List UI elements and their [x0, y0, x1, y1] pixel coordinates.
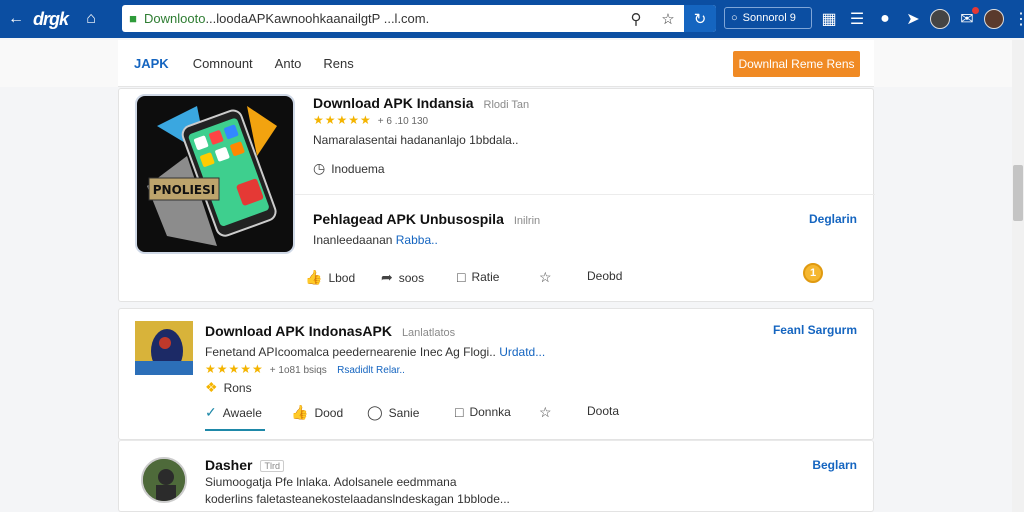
download-button[interactable]: Doota: [587, 404, 619, 418]
profile-avatar[interactable]: [930, 9, 950, 29]
search-button[interactable]: ○ Sonnorol 9: [724, 7, 812, 29]
comment-button[interactable]: □ Ratie: [457, 269, 499, 285]
chat-bubble-icon: ◯: [367, 404, 383, 420]
home-icon[interactable]: ⌂: [80, 8, 102, 30]
favorite-button[interactable]: ☆: [539, 269, 552, 286]
app-card-1: PNOLIESI Download APK Indansia Rlodi Tan …: [118, 88, 875, 302]
search-icon[interactable]: ⚲: [620, 5, 652, 32]
toolbar-right: ▦ ☰ ● ➤ ✉ ⋮: [818, 0, 1024, 38]
page-gutter-left: [0, 40, 118, 87]
comment-icon: □: [457, 269, 466, 285]
url-bar[interactable]: ■ Downlooto...loodaAPKawnoohkaanailgtP .…: [122, 5, 716, 32]
app-thumbnail-art: [135, 321, 193, 375]
url-text[interactable]: Downlooto...loodaAPKawnoohkaanailgtP ...…: [144, 11, 620, 26]
share-button[interactable]: ➦ soos: [381, 269, 424, 286]
download-button[interactable]: Deobd: [587, 269, 622, 283]
page-gutter-right: [874, 40, 1014, 87]
nav-link-1[interactable]: Comnount: [193, 56, 253, 71]
active-tab-indicator: [205, 429, 265, 431]
section-link[interactable]: Deglarin: [809, 212, 857, 226]
lock-icon: ■: [129, 11, 137, 26]
site-header: JAPK Comnount Anto Rens Downlnal Reme Re…: [118, 40, 874, 87]
nav-link-2[interactable]: Anto: [275, 56, 302, 71]
favorite-button[interactable]: ☆: [539, 404, 552, 421]
site-logo[interactable]: JAPK: [134, 56, 169, 71]
check-icon: ✓: [205, 404, 217, 420]
app-link[interactable]: Beglarn: [812, 458, 857, 472]
download-cta-button[interactable]: Downlnal Reme Rens: [733, 51, 860, 77]
trophy-icon: ❖: [205, 379, 218, 395]
app-title[interactable]: Download APK Indansia Rlodi Tan: [313, 95, 529, 111]
thumbs-up-icon: 👍: [291, 404, 309, 420]
nav-link-3[interactable]: Rens: [323, 56, 353, 71]
section-description: Inanleedaanan Rabba..: [313, 233, 438, 247]
menu-icon[interactable]: ⋮: [1010, 8, 1024, 30]
rating-stars: ★★★★★ + 1o81 bsiqs Rsadidlt Relar..: [205, 362, 405, 376]
scrollbar-track[interactable]: [1012, 40, 1024, 512]
refresh-icon[interactable]: ↻: [684, 5, 716, 32]
notification-icon[interactable]: ✉: [956, 7, 979, 30]
comment-button[interactable]: ◯ Sanie: [367, 404, 419, 421]
like-button[interactable]: 👍 Dood: [291, 404, 343, 421]
search-circle-icon: ○: [731, 12, 738, 24]
notification-dot: [972, 7, 979, 14]
badge-label: ❖ Rons: [205, 379, 252, 395]
thumbs-up-icon: 👍: [305, 269, 323, 285]
rocket-icon[interactable]: ➤: [902, 8, 924, 30]
grid-icon[interactable]: ▦: [818, 8, 840, 30]
bookmark-icon: □: [455, 404, 464, 420]
app-icon-text: PNOLIESI: [153, 183, 215, 197]
like-button[interactable]: 👍 Lbod: [305, 269, 355, 286]
app-link[interactable]: Feanl Sargurm: [773, 323, 857, 337]
user-avatar[interactable]: [984, 9, 1004, 29]
app-description-line1: Siumoogatja Pfe lnlaka. Adolsanele eedmm…: [205, 475, 457, 489]
app-card-2: Download APK IndonasAPK Lanlatlatos Feanl…: [118, 308, 874, 440]
clock-icon: ◷: [313, 160, 326, 176]
star-icon: ☆: [539, 404, 552, 420]
app-description: Fenetand APIcoomalca peedernearenie Inec…: [205, 345, 546, 359]
app-description-line2: koderlins faletasteanekostelaadanslndesk…: [205, 492, 510, 506]
coin-icon[interactable]: 1: [803, 263, 823, 283]
app-card-3: Dasher Tlrd Beglarn Siumoogatja Pfe lnlak…: [118, 440, 874, 512]
star-bookmark-icon[interactable]: ☆: [652, 5, 684, 32]
sub-label[interactable]: ◷ Inoduema: [313, 160, 385, 177]
rating-stars: ★★★★★ + 6 .10 130: [313, 113, 429, 127]
scrollbar-thumb[interactable]: [1013, 165, 1023, 221]
list-icon[interactable]: ☰: [846, 8, 868, 30]
browser-brand: drgk: [33, 8, 69, 29]
share-icon: ➦: [381, 269, 393, 285]
phone-illustration: PNOLIESI: [147, 106, 277, 246]
award-tab[interactable]: ✓ Awaele: [205, 404, 262, 421]
app-icon-image[interactable]: PNOLIESI: [135, 94, 295, 254]
divider: [295, 194, 875, 195]
bookmark-button[interactable]: □ Donnka: [455, 404, 511, 420]
back-arrow-icon[interactable]: ←: [5, 8, 27, 30]
app-avatar[interactable]: [141, 457, 187, 503]
app-description: Namaralasentai hadananlajo 1bbdala..: [313, 133, 519, 147]
section-title[interactable]: Pehlagead APK Unbusospila Inilrin: [313, 211, 540, 227]
avatar-art: [143, 459, 185, 501]
app-title[interactable]: Download APK IndonasAPK Lanlatlatos: [205, 323, 455, 339]
app-title[interactable]: Dasher Tlrd: [205, 457, 284, 473]
star-icon: ☆: [539, 269, 552, 285]
account-circle-icon[interactable]: ●: [874, 8, 896, 30]
app-thumbnail[interactable]: [135, 321, 193, 375]
